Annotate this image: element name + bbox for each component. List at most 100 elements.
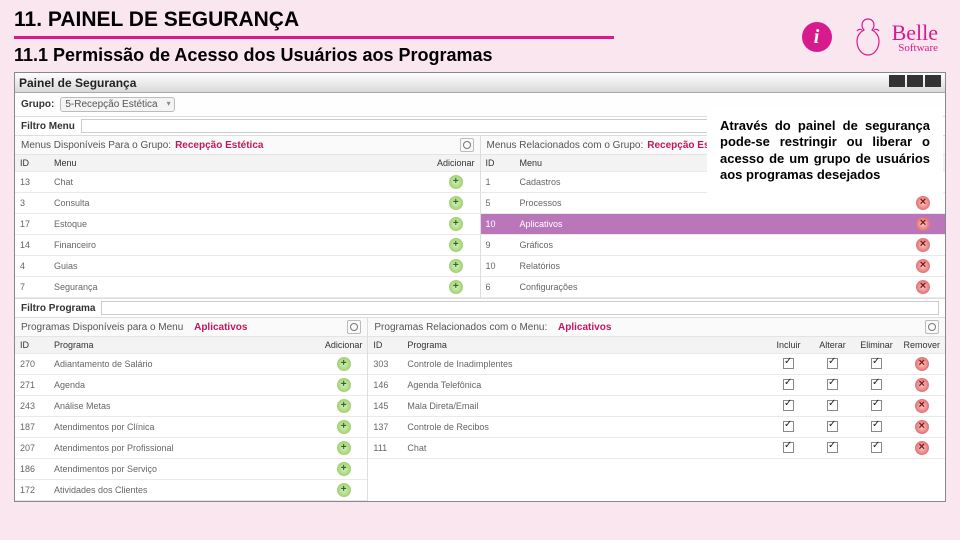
pane-left-menu-group: Recepção Estética bbox=[175, 140, 263, 151]
table-row[interactable]: 5Processos bbox=[481, 193, 946, 214]
table-row[interactable]: 6Configurações bbox=[481, 277, 946, 298]
add-icon[interactable] bbox=[449, 280, 463, 294]
add-icon[interactable] bbox=[449, 259, 463, 273]
remove-icon[interactable] bbox=[916, 217, 930, 231]
pane-left-prog-title: Programas Disponíveis para o Menu bbox=[21, 322, 183, 333]
window-buttons[interactable] bbox=[887, 75, 941, 90]
table-row[interactable]: 207Atendimentos por Profissional bbox=[15, 438, 367, 459]
pane-right-menu-title: Menus Relacionados com o Grupo: bbox=[487, 140, 644, 151]
add-icon[interactable] bbox=[337, 483, 351, 497]
checkbox[interactable] bbox=[783, 379, 794, 390]
checkbox[interactable] bbox=[871, 358, 882, 369]
table-row[interactable]: 137Controle de Recibos bbox=[368, 417, 945, 438]
col-id: ID bbox=[481, 155, 515, 172]
brand-logo: Belle Software bbox=[850, 16, 938, 58]
remove-icon[interactable] bbox=[915, 441, 929, 455]
table-row[interactable]: 243Análise Metas bbox=[15, 396, 367, 417]
col-add: Adicionar bbox=[320, 337, 368, 354]
table-row[interactable]: 4Guias bbox=[15, 256, 480, 277]
grupo-label: Grupo: bbox=[21, 99, 54, 110]
programs-available-table: IDProgramaAdicionar 270Adiantamento de S… bbox=[15, 337, 367, 501]
add-icon[interactable] bbox=[449, 238, 463, 252]
info-icon[interactable]: i bbox=[802, 22, 832, 52]
checkbox[interactable] bbox=[871, 421, 882, 432]
checkbox[interactable] bbox=[783, 421, 794, 432]
annotation-note: Através do painel de segurança pode-se r… bbox=[710, 110, 940, 191]
remove-icon[interactable] bbox=[916, 238, 930, 252]
col-id: ID bbox=[15, 337, 49, 354]
remove-icon[interactable] bbox=[916, 259, 930, 273]
table-row[interactable]: 3Consulta bbox=[15, 193, 480, 214]
table-row[interactable]: 270Adiantamento de Salário bbox=[15, 354, 367, 375]
table-row[interactable]: 172Atividades dos Clientes bbox=[15, 480, 367, 501]
header-rule bbox=[14, 36, 614, 39]
col-programa: Programa bbox=[402, 337, 766, 354]
pane-right-prog-menu: Aplicativos bbox=[558, 322, 611, 333]
table-row[interactable]: 17Estoque bbox=[15, 214, 480, 235]
add-icon[interactable] bbox=[337, 462, 351, 476]
remove-icon[interactable] bbox=[915, 357, 929, 371]
table-row[interactable]: 271Agenda bbox=[15, 375, 367, 396]
pane-right-prog-title: Programas Relacionados com o Menu: bbox=[374, 322, 547, 333]
window-title: Painel de Segurança bbox=[19, 76, 136, 90]
checkbox[interactable] bbox=[783, 442, 794, 453]
add-icon[interactable] bbox=[337, 399, 351, 413]
remove-icon[interactable] bbox=[916, 196, 930, 210]
menus-available-table: IDMenuAdicionar 13Chat3Consulta17Estoque… bbox=[15, 155, 480, 298]
add-icon[interactable] bbox=[337, 357, 351, 371]
table-row[interactable]: 111Chat bbox=[368, 438, 945, 459]
add-icon[interactable] bbox=[337, 420, 351, 434]
checkbox[interactable] bbox=[827, 421, 838, 432]
pane-left-menu-title: Menus Disponíveis Para o Grupo: bbox=[21, 140, 171, 151]
checkbox[interactable] bbox=[827, 358, 838, 369]
remove-icon[interactable] bbox=[915, 420, 929, 434]
table-row[interactable]: 7Segurança bbox=[15, 277, 480, 298]
table-row[interactable]: 186Atendimentos por Serviço bbox=[15, 459, 367, 480]
page-title: 11. PAINEL DE SEGURANÇA bbox=[14, 8, 802, 32]
table-row[interactable]: 9Gráficos bbox=[481, 235, 946, 256]
checkbox[interactable] bbox=[871, 400, 882, 411]
table-row[interactable]: 146Agenda Telefônica bbox=[368, 375, 945, 396]
col-menu: Menu bbox=[49, 155, 432, 172]
pane-left-prog-menu: Aplicativos bbox=[194, 322, 247, 333]
programs-related-table: ID Programa Incluir Alterar Eliminar Rem… bbox=[368, 337, 945, 459]
table-row[interactable]: 303Controle de Inadimplentes bbox=[368, 354, 945, 375]
checkbox[interactable] bbox=[871, 442, 882, 453]
add-icon[interactable] bbox=[449, 175, 463, 189]
logo-sub: Software bbox=[892, 42, 938, 54]
filtro-programa-label: Filtro Programa bbox=[21, 303, 95, 314]
remove-icon[interactable] bbox=[915, 378, 929, 392]
checkbox[interactable] bbox=[783, 358, 794, 369]
remove-icon[interactable] bbox=[915, 399, 929, 413]
table-row[interactable]: 13Chat bbox=[15, 172, 480, 193]
table-row[interactable]: 14Financeiro bbox=[15, 235, 480, 256]
add-icon[interactable] bbox=[449, 196, 463, 210]
grupo-select[interactable]: 5-Recepção Estética bbox=[60, 97, 174, 112]
table-row[interactable]: 10Aplicativos bbox=[481, 214, 946, 235]
search-icon[interactable] bbox=[925, 320, 939, 334]
page-subtitle: 11.1 Permissão de Acesso dos Usuários ao… bbox=[14, 45, 802, 66]
checkbox[interactable] bbox=[783, 400, 794, 411]
col-incluir: Incluir bbox=[766, 337, 810, 354]
checkbox[interactable] bbox=[827, 379, 838, 390]
filtro-menu-label: Filtro Menu bbox=[21, 121, 75, 132]
search-icon[interactable] bbox=[347, 320, 361, 334]
col-add: Adicionar bbox=[432, 155, 480, 172]
table-row[interactable]: 187Atendimentos por Clínica bbox=[15, 417, 367, 438]
add-icon[interactable] bbox=[337, 441, 351, 455]
remove-icon[interactable] bbox=[916, 280, 930, 294]
col-alterar: Alterar bbox=[810, 337, 854, 354]
search-icon[interactable] bbox=[460, 138, 474, 152]
table-row[interactable]: 145Mala Direta/Email bbox=[368, 396, 945, 417]
checkbox[interactable] bbox=[871, 379, 882, 390]
table-row[interactable]: 10Relatórios bbox=[481, 256, 946, 277]
checkbox[interactable] bbox=[827, 400, 838, 411]
col-programa: Programa bbox=[49, 337, 320, 354]
add-icon[interactable] bbox=[337, 378, 351, 392]
col-remover: Remover bbox=[898, 337, 945, 354]
checkbox[interactable] bbox=[827, 442, 838, 453]
filtro-programa-input[interactable] bbox=[101, 301, 939, 315]
window-titlebar: Painel de Segurança bbox=[15, 73, 945, 93]
col-id: ID bbox=[368, 337, 402, 354]
add-icon[interactable] bbox=[449, 217, 463, 231]
